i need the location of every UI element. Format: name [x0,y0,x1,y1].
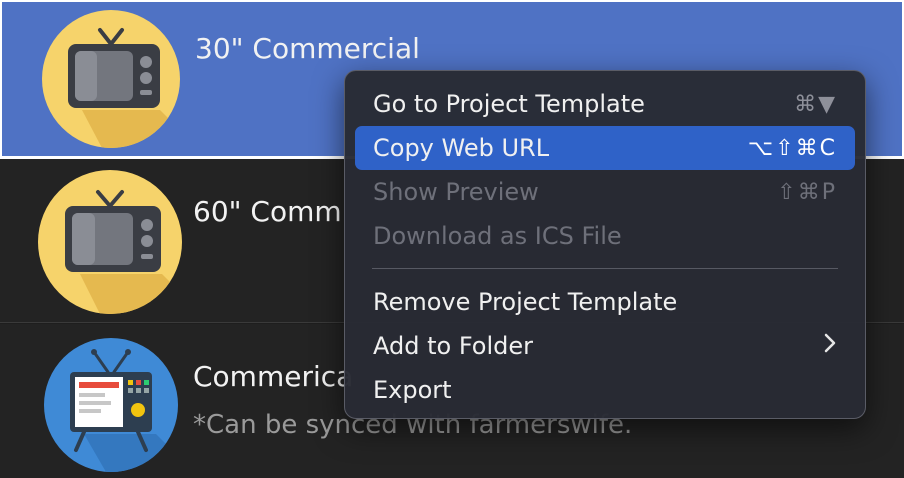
menu-item-copy-web-url[interactable]: Copy Web URL ⌥⇧⌘C [355,126,855,170]
menu-item-label: Download as ICS File [373,222,622,250]
menu-item-go-to-project-template[interactable]: Go to Project Template ⌘▼ [355,82,855,126]
menu-item-export[interactable]: Export [355,368,855,412]
list-item-title: 30" Commercial [195,32,420,65]
menu-item-label: Go to Project Template [373,90,645,118]
menu-item-label: Add to Folder [373,332,533,360]
menu-item-shortcut: ⌥⇧⌘C [747,135,837,161]
tv-icon [38,170,182,318]
menu-item-label: Export [373,376,452,404]
menu-separator [372,268,838,269]
menu-item-shortcut: ⌘▼ [794,91,837,117]
menu-item-download-ics: Download as ICS File [355,214,855,258]
menu-item-add-to-folder[interactable]: Add to Folder [355,324,855,368]
menu-item-label: Show Preview [373,178,539,206]
menu-item-shortcut: ⇧⌘P [777,179,837,205]
tv-icon [42,10,180,152]
list-item-title: Commerica [193,360,354,393]
retro-tv-icon [44,338,178,476]
menu-item-label: Remove Project Template [373,288,678,316]
menu-item-remove-project-template[interactable]: Remove Project Template [355,280,855,324]
list-item-title: 60" Comm [193,195,342,228]
context-menu: Go to Project Template ⌘▼ Copy Web URL ⌥… [344,70,866,419]
menu-item-label: Copy Web URL [373,134,550,162]
chevron-right-icon [823,332,837,360]
menu-item-show-preview: Show Preview ⇧⌘P [355,170,855,214]
